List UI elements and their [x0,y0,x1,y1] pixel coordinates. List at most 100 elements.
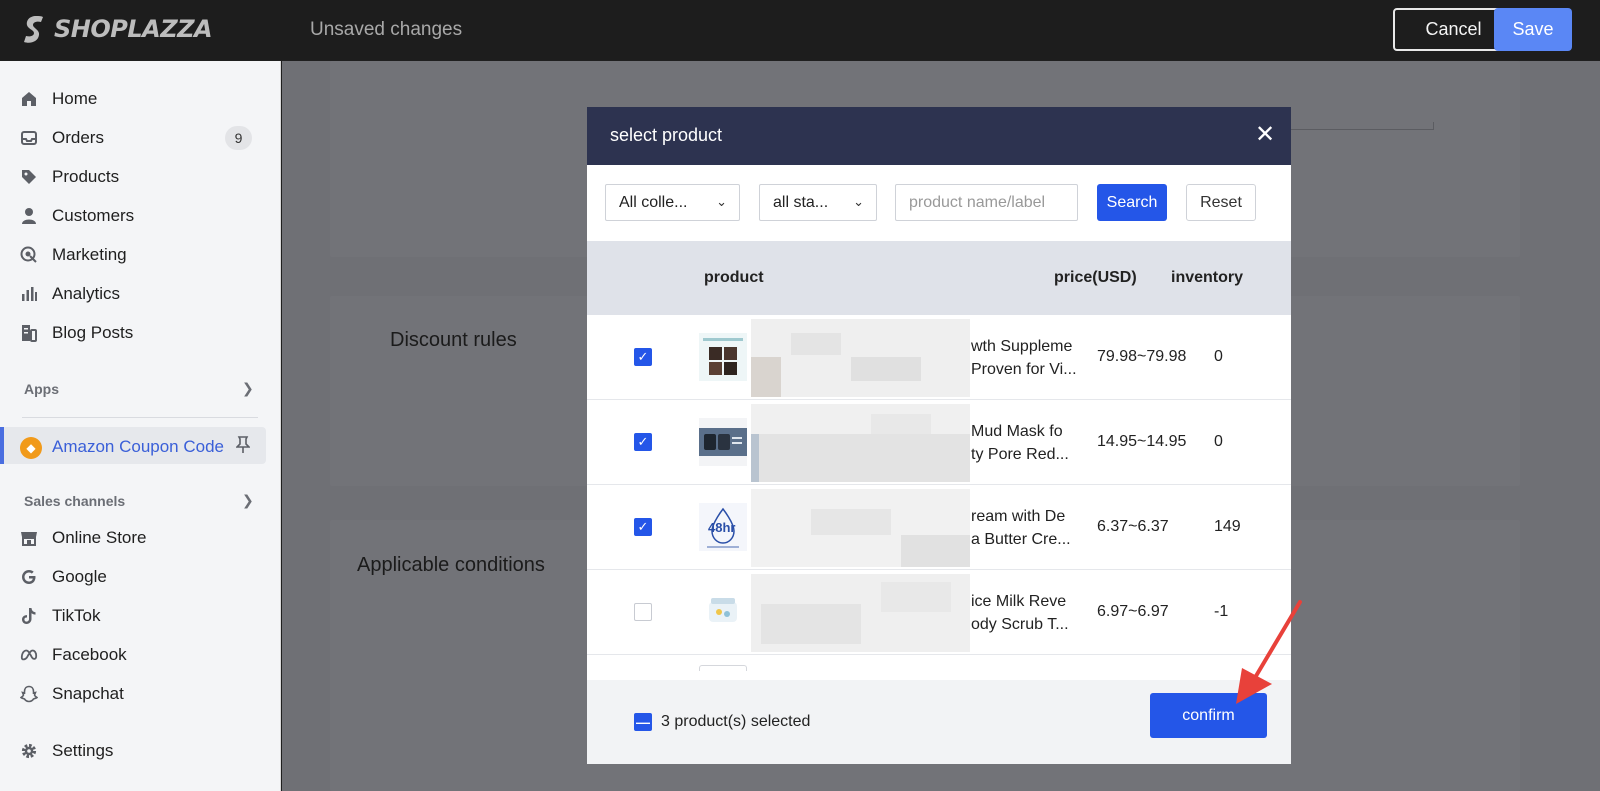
sidebar-item-label: Customers [52,206,135,225]
product-name-line: Mud Mask fo [971,423,1063,440]
thumbnail-label: 48hr [708,520,736,535]
product-thumbnail [699,588,747,636]
gear-icon [20,742,38,760]
row-checkbox-checked[interactable]: ✓ [634,348,652,366]
column-header-inventory: inventory [1171,269,1244,286]
sidebar-item-google[interactable]: Google [20,560,107,594]
product-name: Mud Mask fo ty Pore Red... [971,420,1081,466]
reset-button[interactable]: Reset [1186,184,1256,221]
sidebar-item-snapchat[interactable]: Snapchat [20,677,124,711]
google-icon [20,568,38,586]
sidebar-item-tiktok[interactable]: TikTok [20,599,101,633]
search-button[interactable]: Search [1097,184,1167,221]
chevron-right-icon[interactable]: ❯ [242,492,254,509]
redacted-product-name [751,404,970,482]
collection-filter-value: All colle... [619,193,688,211]
table-row[interactable]: ✓ wth Suppleme Proven for Vi... 79.98~79… [587,315,1291,400]
sidebar-item-label: Home [52,89,98,108]
modal-header: select product ✕ [587,107,1291,165]
sidebar-item-label[interactable]: Amazon Coupon Code [52,437,224,457]
product-name: ice Milk Reve ody Scrub T... [971,590,1081,636]
sidebar-item-label: Products [52,167,120,186]
close-icon[interactable]: ✕ [1255,121,1275,149]
sidebar-item-label: Marketing [52,245,127,264]
sales-channels-section-label[interactable]: Sales channels [24,493,125,509]
product-price: 79.98~79.98 [1097,348,1187,365]
product-name: ream with De a Butter Cre... [971,505,1081,551]
brand-name: SHOPLAZZA [54,15,213,43]
chevron-down-icon: ⌄ [716,194,727,209]
column-header-product: product [704,269,764,286]
product-thumbnail [699,665,747,671]
brand-logo: SHOPLAZZA [22,14,213,44]
column-header-price: price(USD) [1054,269,1137,286]
tiktok-icon [20,607,38,625]
collection-filter-select[interactable]: All colle... ⌄ [605,184,740,221]
tag-icon [20,168,38,186]
sidebar-item-label: Snapchat [52,684,124,703]
table-row[interactable]: ✓ Mud Mask fo ty Pore Red... 14.95~14.95… [587,400,1291,485]
sidebar-item-analytics[interactable]: Analytics [20,277,120,311]
table-row[interactable]: ice Milk Reve ody Scrub T... 6.97~6.97 -… [587,570,1291,655]
redacted-product-name [751,489,970,567]
sidebar-item-blog-posts[interactable]: Blog Posts [20,316,133,350]
target-icon [20,246,38,264]
product-name-line: ice Milk Reve [971,593,1067,610]
divider [22,417,258,418]
product-name: wth Suppleme Proven for Vi... [971,335,1081,381]
sidebar-item-orders[interactable]: Orders [20,121,104,155]
redacted-product-name [751,319,970,397]
product-price: 6.37~6.37 [1097,518,1169,535]
product-name-line: a Butter Cre... [971,531,1071,548]
inbox-icon [20,129,38,147]
status-filter-value: all sta... [773,193,829,211]
product-search-input[interactable]: product name/label [895,184,1078,221]
product-inventory: 149 [1214,518,1241,535]
coupon-app-icon: ◆ [20,437,42,459]
unsaved-status: Unsaved changes [310,19,463,40]
save-button[interactable]: Save [1494,8,1572,51]
sidebar-item-products[interactable]: Products [20,160,119,194]
annotation-arrow-icon [1236,600,1302,704]
home-icon [20,90,38,108]
applicable-conditions-heading: Applicable conditions [357,554,545,576]
sidebar-item-label: Settings [52,741,114,760]
select-product-modal: select product ✕ All colle... ⌄ all sta.… [587,107,1291,764]
product-name-line: ream with De [971,508,1066,525]
chevron-right-icon[interactable]: ❯ [242,380,254,397]
status-filter-select[interactable]: all sta... ⌄ [759,184,877,221]
select-all-indeterminate-checkbox[interactable]: — [634,713,652,731]
product-price: 14.95~14.95 [1097,433,1187,450]
sidebar-item-label: Google [52,567,107,586]
apps-section-label[interactable]: Apps [24,381,59,397]
search-placeholder: product name/label [909,193,1046,211]
product-inventory: 0 [1214,348,1223,365]
sidebar-item-label: Facebook [52,645,127,664]
row-checkbox-checked[interactable]: ✓ [634,518,652,536]
product-name-line: wth Suppleme [971,338,1073,355]
person-icon [20,207,38,225]
sidebar-item-facebook[interactable]: Facebook [20,638,127,672]
modal-footer: — 3 product(s) selected confirm [587,680,1291,764]
row-checkbox-checked[interactable]: ✓ [634,433,652,451]
sidebar-item-marketing[interactable]: Marketing [20,238,127,272]
meta-icon [20,646,38,664]
product-thumbnail [699,333,747,381]
document-icon [20,324,38,342]
sidebar-item-label: TikTok [52,606,101,625]
bar-chart-icon [20,285,38,303]
table-row[interactable]: ✓ 48hr ream with De a Butter Cre... 6.37… [587,485,1291,570]
product-name-line: ty Pore Red... [971,446,1069,463]
redacted-product-name [751,574,970,652]
pin-icon[interactable] [235,436,251,457]
product-thumbnail: 48hr [699,503,747,551]
sidebar-item-settings[interactable]: Settings [20,734,113,768]
product-inventory: 0 [1214,433,1223,450]
sidebar-item-online-store[interactable]: Online Store [20,521,147,555]
product-price: 6.97~6.97 [1097,603,1169,620]
sidebar-item-customers[interactable]: Customers [20,199,134,233]
sidebar-item-label: Analytics [52,284,121,303]
snapchat-icon [20,685,38,703]
row-checkbox-unchecked[interactable] [634,603,652,621]
sidebar-item-home[interactable]: Home [20,82,97,116]
